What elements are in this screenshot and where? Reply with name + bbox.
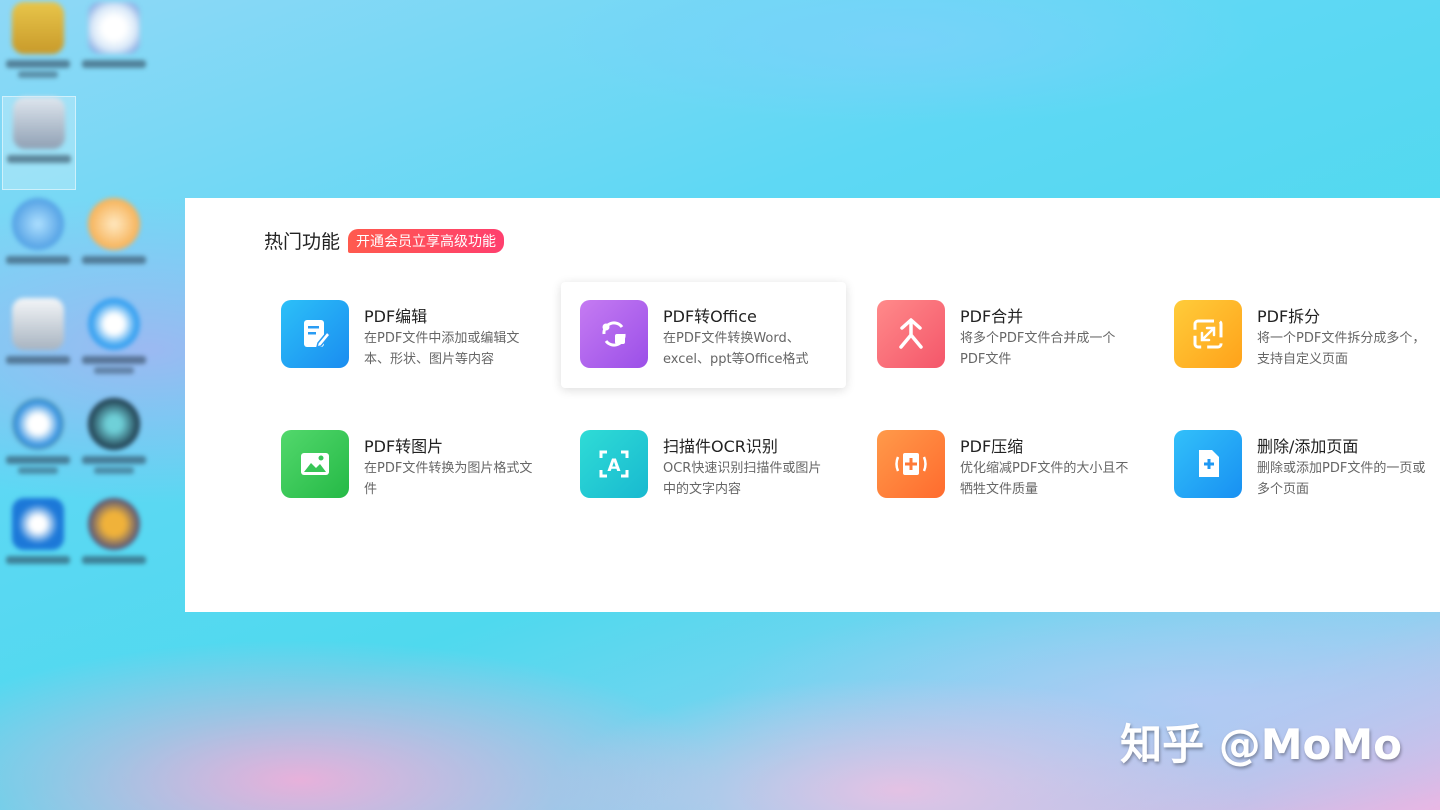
feature-title: 扫描件OCR识别 [663,437,778,456]
feature-title: PDF拆分 [1257,307,1321,326]
convert-cycle-icon [602,321,626,347]
vip-upgrade-badge[interactable]: 开通会员立享高级功能 [348,228,505,253]
feature-desc: 将多个PDF文件合并成一个PDF文件 [960,331,1116,367]
feature-desc: OCR快速识别扫描件或图片中的文字内容 [663,461,822,497]
feature-title: PDF合并 [960,307,1024,326]
feature-title: PDF压缩 [960,437,1024,456]
feature-card-pdf-to-image[interactable]: PDF转图片 在PDF文件转换为图片格式文件 [262,412,547,518]
desktop-icon-app[interactable] [78,2,150,94]
image-icon [301,453,329,475]
feature-desc: 在PDF文件转换Word、excel、ppt等Office格式 [663,331,809,367]
feature-title: 删除/添加页面 [1257,437,1359,456]
hot-features-panel: 热门功能 开通会员立享高级功能 PDF编辑 在PDF文件中添加或编辑文本、形状、… [185,198,1440,612]
split-arrows-icon [1193,319,1223,349]
panel-title: 热门功能 [264,231,341,253]
feature-title: PDF编辑 [364,307,428,326]
desktop-icon-browser[interactable] [78,298,150,390]
feature-title: PDF转Office [663,307,757,326]
panel-header: 热门功能 开通会员立享高级功能 [264,227,505,254]
feature-card-pdf-split[interactable]: PDF拆分 将一个PDF文件拆分成多个， 支持自定义页面 [1155,282,1440,388]
feature-card-ocr[interactable]: A 扫描件OCR识别 OCR快速识别扫描件或图片中的文字内容 [561,412,846,518]
desktop-icons [0,0,180,600]
feature-desc: 删除或添加PDF文件的一页或多个页面 [1257,461,1426,497]
desktop-icon-network[interactable] [2,198,74,290]
feature-card-pdf-compress[interactable]: PDF压缩 优化缩减PDF文件的大小且不牺牲文件质量 [858,412,1143,518]
feature-icon-bg [580,300,648,368]
feature-card-pdf-to-office[interactable]: PDF转Office 在PDF文件转换Word、excel、ppt等Office… [561,282,846,388]
feature-title: PDF转图片 [364,437,444,456]
feature-icon-bg [1174,430,1242,498]
feature-card-pdf-merge[interactable]: PDF合并 将多个PDF文件合并成一个PDF文件 [858,282,1143,388]
desktop-icon-computer[interactable] [2,96,76,190]
feature-icon-bg [877,300,945,368]
feature-desc: 将一个PDF文件拆分成多个， 支持自定义页面 [1257,331,1426,367]
desktop-icon-user-folder[interactable] [2,2,74,94]
feature-icon-bg [281,300,349,368]
compress-icon [895,453,927,475]
watermark: 知乎 @MoMo [1120,720,1402,769]
svg-text:A: A [607,456,621,476]
desktop-icon-ie[interactable] [2,398,74,490]
feature-icon-bg [877,430,945,498]
desktop-icon-video[interactable] [78,198,150,290]
add-page-icon [1199,450,1219,477]
desktop-icon-settings[interactable] [2,498,74,590]
feature-desc: 在PDF文件转换为图片格式文件 [364,461,533,497]
feature-desc: 在PDF文件中添加或编辑文本、形状、图片等内容 [364,331,520,367]
feature-icon-bg [1174,300,1242,368]
desktop-icon-recycle-bin[interactable] [2,298,74,390]
feature-card-pdf-edit[interactable]: PDF编辑 在PDF文件中添加或编辑文本、形状、图片等内容 [262,282,547,388]
merge-arrows-icon [899,318,923,349]
feature-icon-bg: A [580,430,648,498]
feature-desc: 优化缩减PDF文件的大小且不牺牲文件质量 [960,461,1129,497]
desktop-icon-game[interactable] [78,498,150,590]
feature-card-add-delete-page[interactable]: 删除/添加页面 删除或添加PDF文件的一页或多个页面 [1155,412,1440,518]
feature-icon-bg [281,430,349,498]
ocr-scan-icon: A [599,450,629,478]
desktop-icon-media[interactable] [78,398,150,490]
edit-document-icon [304,320,332,349]
